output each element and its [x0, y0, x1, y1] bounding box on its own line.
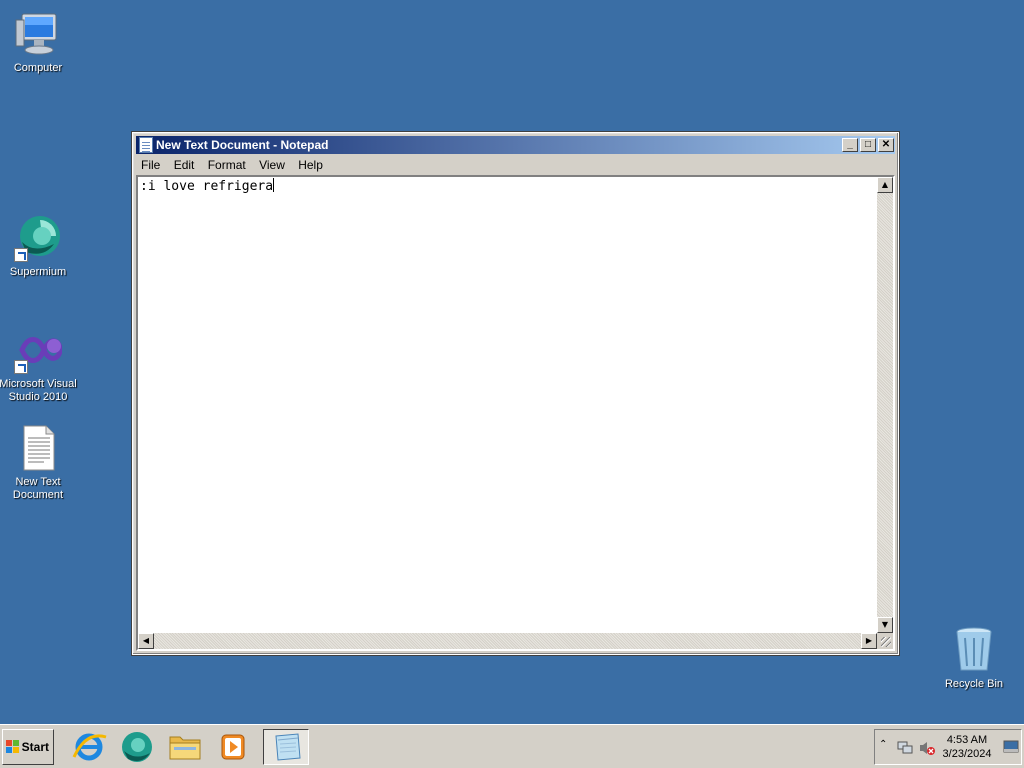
volume-muted-icon[interactable]: [919, 740, 935, 756]
desktop-icon-label: Supermium: [9, 266, 67, 278]
recycle-bin-icon: [950, 626, 998, 674]
system-tray: ⌃ 4:53 AM 3/23/2024: [874, 729, 1022, 765]
scroll-up-icon[interactable]: ▲: [877, 177, 893, 193]
desktop-icon-visual-studio[interactable]: Microsoft Visual Studio 2010: [0, 326, 78, 404]
menu-edit[interactable]: Edit: [169, 156, 200, 174]
vertical-scrollbar[interactable]: ▲ ▼: [877, 177, 893, 633]
notepad-icon: [275, 733, 301, 761]
notepad-window[interactable]: New Text Document - Notepad _ □ ✕ File E…: [131, 131, 900, 656]
menu-file[interactable]: File: [136, 156, 165, 174]
clock-time: 4:53 AM: [946, 734, 988, 746]
start-button[interactable]: Start: [2, 729, 54, 765]
document-text[interactable]: :i love refrigera: [140, 178, 275, 195]
desktop-icon-recycle-bin[interactable]: Recycle Bin: [934, 626, 1014, 691]
text-caret: [273, 178, 275, 192]
taskbar: Start ⌃ 4:53 AM 3/23/2024: [0, 724, 1024, 768]
menu-help[interactable]: Help: [293, 156, 328, 174]
horizontal-scrollbar[interactable]: ◀ ▶: [138, 633, 877, 649]
maximize-button[interactable]: □: [860, 138, 876, 152]
taskbar-internet-explorer[interactable]: [66, 729, 112, 765]
notepad-icon[interactable]: [139, 137, 153, 153]
document-text-value: :i love refrigera: [140, 179, 274, 194]
menu-view[interactable]: View: [254, 156, 290, 174]
visual-studio-icon: [14, 326, 63, 374]
scroll-down-icon[interactable]: ▼: [877, 617, 893, 633]
desktop-icon-new-text-document[interactable]: New Text Document: [0, 424, 78, 502]
close-button[interactable]: ✕: [878, 138, 894, 152]
media-player-icon: [221, 734, 245, 760]
supermium-icon: [122, 732, 152, 762]
start-label: Start: [21, 740, 49, 754]
desktop-icon-label: Recycle Bin: [944, 678, 1004, 690]
minimize-button[interactable]: _: [842, 138, 858, 152]
show-desktop-icon[interactable]: [1003, 740, 1019, 754]
title-bar[interactable]: New Text Document - Notepad _ □ ✕: [136, 136, 895, 154]
desktop-icon-computer[interactable]: Computer: [0, 10, 78, 75]
window-title: New Text Document - Notepad: [156, 138, 329, 152]
taskbar-media-player[interactable]: [210, 729, 256, 765]
taskbar-notepad[interactable]: [263, 729, 309, 765]
desktop-icon-label: Computer: [13, 62, 63, 74]
resize-grip-icon[interactable]: [877, 633, 893, 649]
supermium-icon: [14, 214, 62, 262]
scroll-left-icon[interactable]: ◀: [138, 633, 154, 649]
clock[interactable]: 4:53 AM 3/23/2024: [937, 733, 997, 761]
show-hidden-icons-icon[interactable]: ⌃: [879, 739, 887, 750]
clock-date: 3/23/2024: [942, 748, 992, 760]
shortcut-arrow-icon: [14, 248, 28, 262]
folder-icon: [169, 736, 201, 760]
text-editor[interactable]: :i love refrigera ▲ ▼ ◀ ▶: [136, 175, 895, 651]
text-document-icon: [14, 424, 62, 472]
taskbar-supermium[interactable]: [114, 729, 160, 765]
shortcut-arrow-icon: [14, 360, 28, 374]
internet-explorer-icon: [72, 733, 107, 761]
menu-format[interactable]: Format: [203, 156, 251, 174]
taskbar-file-explorer[interactable]: [162, 729, 208, 765]
desktop-icon-label: New Text Document: [12, 476, 64, 501]
network-icon[interactable]: [897, 740, 913, 756]
desktop-icon-label: Microsoft Visual Studio 2010: [0, 378, 77, 403]
windows-flag-icon: [6, 740, 19, 753]
scroll-right-icon[interactable]: ▶: [861, 633, 877, 649]
computer-icon: [14, 10, 62, 58]
menu-bar: File Edit Format View Help: [136, 156, 895, 174]
desktop-icon-supermium[interactable]: Supermium: [0, 214, 78, 279]
